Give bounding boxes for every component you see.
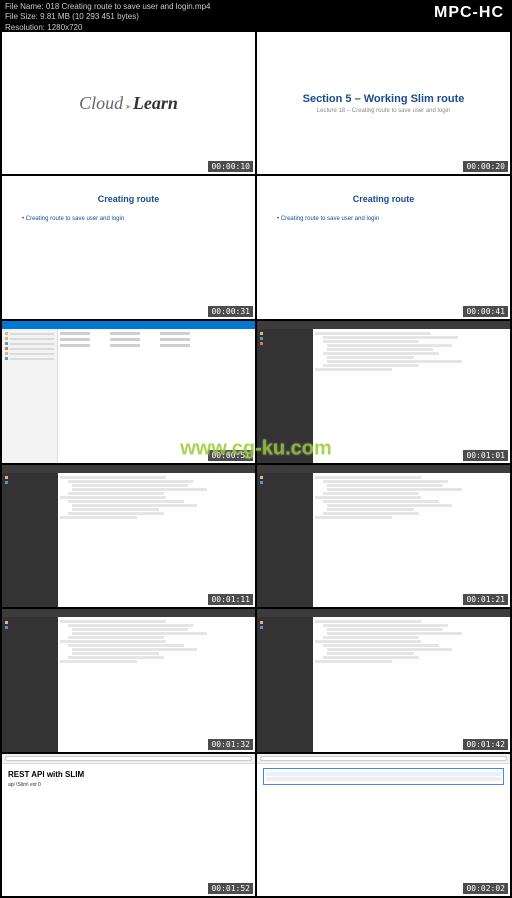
slide-bullet: • Creating route to save user and login: [22, 216, 243, 222]
logo-text-b: Learn: [133, 93, 178, 113]
code-editor: [313, 329, 510, 463]
autocomplete-item: [266, 772, 501, 776]
browser-toolbar: [257, 754, 510, 764]
explorer-sidebar: [2, 329, 58, 463]
section-title: Section 5 – Working Slim route: [303, 93, 465, 105]
info-header: File Name: 018 Creating route to save us…: [0, 0, 512, 30]
file-icon: [5, 357, 8, 360]
timestamp: 00:01:21: [463, 594, 508, 605]
section-subtitle: Lecture 18 – Creating route to save user…: [317, 108, 450, 114]
filesize-value: 9.81 MB (10 293 451 bytes): [40, 12, 139, 21]
file-icon: [260, 342, 263, 345]
autocomplete-dropdown: [263, 768, 504, 785]
resolution-value: 1280x720: [47, 23, 82, 32]
address-bar: [5, 756, 252, 761]
folder-icon: [5, 337, 8, 340]
editor-titlebar: [257, 321, 510, 329]
thumbnail[interactable]: 00:02:02: [257, 754, 510, 896]
folder-icon: [260, 621, 263, 624]
page-heading: REST API with SLIM: [8, 770, 249, 779]
thumbnail[interactable]: 00:01:21: [257, 465, 510, 607]
thumbnail[interactable]: 00:01:42: [257, 609, 510, 751]
timestamp: 00:00:41: [463, 306, 508, 317]
splash-logo: Cloud ➤ Learn: [79, 93, 178, 114]
folder-icon: [260, 332, 263, 335]
file-icon: [260, 337, 263, 340]
timestamp: 00:02:02: [463, 883, 508, 894]
timestamp: 00:01:01: [463, 450, 508, 461]
timestamp: 00:00:20: [463, 161, 508, 172]
player-logo: MPC-HC: [434, 4, 504, 22]
logo-text-a: Cloud: [79, 93, 123, 113]
editor-titlebar: [2, 465, 255, 473]
filename-line: File Name: 018 Creating route to save us…: [5, 2, 507, 12]
thumbnail[interactable]: 00:01:11: [2, 465, 255, 607]
browser-toolbar: [2, 754, 255, 764]
editor-titlebar: [2, 609, 255, 617]
timestamp: 00:01:32: [208, 739, 253, 750]
code-editor: [313, 473, 510, 607]
code-editor: [313, 617, 510, 751]
folder-icon: [5, 476, 8, 479]
file-icon: [5, 626, 8, 629]
thumbnail[interactable]: Creating route • Creating route to save …: [2, 176, 255, 318]
browser-content: REST API with SLIM api \Slim\ ext 0: [2, 764, 255, 794]
file-icon: [260, 481, 263, 484]
arrow-icon: ➤: [125, 104, 131, 111]
timestamp: 00:00:31: [208, 306, 253, 317]
thumbnail[interactable]: 00:01:32: [2, 609, 255, 751]
code-editor: [58, 473, 255, 607]
editor-titlebar: [257, 465, 510, 473]
folder-icon: [260, 476, 263, 479]
autocomplete-item: [266, 777, 501, 781]
filesize-line: File Size: 9.81 MB (10 293 451 bytes): [5, 12, 507, 22]
folder-icon: [5, 352, 8, 355]
thumbnail[interactable]: Section 5 – Working Slim route Lecture 1…: [257, 32, 510, 174]
filename-label: File Name:: [5, 2, 44, 11]
filesize-label: File Size:: [5, 12, 38, 21]
filename-value: 018 Creating route to save user and logi…: [46, 2, 211, 11]
watermark: www.cg-ku.com: [180, 438, 332, 461]
editor-sidebar: [257, 473, 313, 607]
slide-title: Creating route: [14, 194, 243, 204]
address-bar: [260, 756, 507, 761]
file-icon: [5, 347, 8, 350]
file-icon: [5, 342, 8, 345]
editor-sidebar: [2, 473, 58, 607]
folder-icon: [5, 332, 8, 335]
code-editor: [58, 617, 255, 751]
timestamp: 00:00:10: [208, 161, 253, 172]
timestamp: 00:01:11: [208, 594, 253, 605]
window-titlebar: [2, 321, 255, 329]
thumbnail[interactable]: REST API with SLIM api \Slim\ ext 0 00:0…: [2, 754, 255, 896]
thumbnail[interactable]: Creating route • Creating route to save …: [257, 176, 510, 318]
page-text: api \Slim\ ext 0: [8, 782, 249, 788]
slide-title: Creating route: [269, 194, 498, 204]
timestamp: 00:01:42: [463, 739, 508, 750]
editor-sidebar: [257, 617, 313, 751]
editor-titlebar: [257, 609, 510, 617]
resolution-label: Resolution:: [5, 23, 45, 32]
thumbnail[interactable]: Cloud ➤ Learn 00:00:10: [2, 32, 255, 174]
editor-sidebar: [2, 617, 58, 751]
slide-bullet: • Creating route to save user and login: [277, 216, 498, 222]
folder-icon: [5, 621, 8, 624]
file-icon: [260, 626, 263, 629]
file-icon: [5, 481, 8, 484]
timestamp: 00:01:52: [208, 883, 253, 894]
thumbnail-grid: Cloud ➤ Learn 00:00:10 Section 5 – Worki…: [0, 30, 512, 898]
